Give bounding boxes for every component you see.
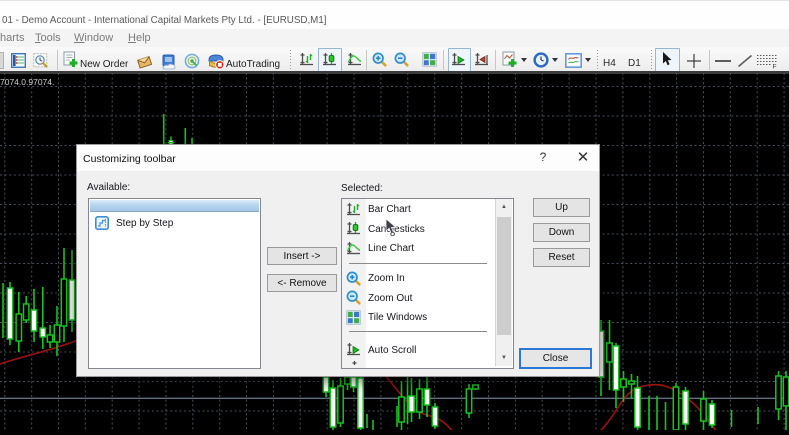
svg-text:F: F bbox=[773, 64, 777, 70]
